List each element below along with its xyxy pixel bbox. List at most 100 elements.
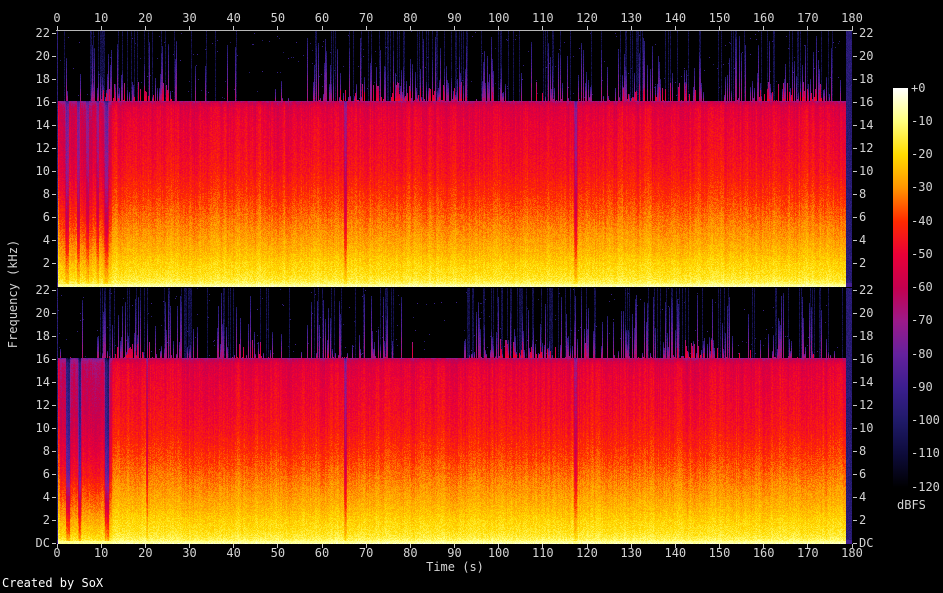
freq-tick-right [853, 519, 857, 521]
x-tick-top [321, 26, 323, 30]
x-tick-label-top: 40 [226, 11, 241, 25]
freq-tick-label-right: 16 [859, 351, 874, 366]
x-tick-label-top: 100 [487, 11, 510, 25]
x-tick-top [719, 26, 720, 30]
freq-tick-right [853, 262, 857, 264]
x-tick-top [807, 26, 809, 30]
freq-tick-left [52, 404, 56, 406]
x-tick-top [100, 26, 102, 30]
freq-tick-left [52, 193, 56, 195]
freq-tick-left [52, 290, 56, 292]
x-tick-top [56, 26, 58, 30]
freq-tick-left [52, 542, 56, 544]
freq-tick-left [52, 239, 56, 241]
x-tick-label-top: 80 [403, 11, 418, 25]
freq-tick-label-right: 14 [859, 117, 874, 132]
x-tick-label-bottom: 100 [487, 546, 510, 560]
colorbar-tick-label: -70 [911, 313, 933, 328]
x-tick-top [630, 26, 632, 30]
colorbar-tick-label: -80 [911, 346, 933, 361]
colorbar-tick-label: -100 [911, 413, 940, 427]
freq-tick-label-right: 22 [859, 283, 874, 298]
freq-tick-right [853, 335, 857, 337]
x-tick-label-bottom: 80 [403, 546, 418, 560]
x-tick-label-top: 90 [447, 11, 462, 25]
freq-tick-left [52, 33, 56, 35]
x-tick-label-top: 160 [752, 11, 775, 25]
x-tick-label-top: 60 [314, 11, 330, 25]
freq-tick-label-left: 4 [42, 232, 50, 247]
x-tick-label-bottom: 160 [752, 546, 775, 560]
x-tick-top [851, 26, 853, 30]
freq-tick-label-left: 16 [35, 351, 50, 366]
colorbar-tick-label: -60 [911, 280, 933, 294]
x-tick-top [365, 26, 367, 30]
freq-tick-label-left: 10 [35, 163, 50, 178]
freq-tick-label-right: 12 [859, 397, 874, 412]
freq-tick-right [853, 542, 857, 544]
x-tick-label-bottom: 110 [531, 546, 554, 560]
freq-tick-left [52, 358, 56, 360]
x-tick-label-bottom: 0 [53, 546, 61, 560]
freq-tick-label-right: 14 [859, 374, 874, 389]
freq-tick-left [52, 427, 56, 429]
x-tick-top [542, 26, 544, 30]
freq-tick-label-left: 2 [42, 512, 50, 527]
colorbar-tick-label: -90 [911, 379, 933, 394]
freq-tick-label-right: 6 [859, 466, 867, 481]
freq-tick-right [853, 147, 857, 149]
sox-spectrogram-image: Frequency (kHz) Time (s) dBFS Created by… [0, 0, 943, 593]
time-axis-title: Time (s) [426, 560, 484, 574]
freq-tick-left [52, 56, 56, 58]
dbfs-colorbar [893, 88, 908, 488]
x-tick-label-bottom: 20 [138, 546, 153, 560]
freq-tick-label-left: 10 [35, 420, 50, 435]
freq-tick-left [52, 313, 56, 315]
freq-tick-right [853, 239, 857, 241]
spectrogram-channel-2-canvas [57, 288, 852, 544]
x-tick-label-top: 10 [93, 11, 109, 25]
freq-tick-label-right: 2 [859, 512, 867, 527]
x-tick-label-top: 170 [796, 11, 819, 25]
x-tick-top [763, 26, 765, 30]
freq-tick-left [52, 473, 56, 475]
freq-tick-left [52, 216, 56, 218]
x-tick-top [409, 26, 411, 30]
colorbar-tick-label: -50 [911, 246, 933, 261]
x-tick-label-top: 30 [182, 11, 197, 25]
freq-tick-label-left: 22 [35, 283, 50, 298]
freq-tick-label-left: 8 [42, 443, 50, 458]
freq-tick-label-left: 20 [35, 306, 50, 321]
freq-tick-label-right: 20 [859, 49, 874, 64]
x-tick-label-top: 120 [576, 11, 598, 25]
freq-tick-label-left: 20 [35, 49, 50, 64]
freq-tick-left [52, 519, 56, 521]
freq-tick-label-right: 10 [859, 420, 874, 435]
freq-tick-left [52, 147, 56, 149]
freq-tick-right [853, 33, 857, 35]
freq-tick-label-right: 12 [859, 140, 874, 155]
freq-tick-right [853, 358, 857, 360]
x-tick-label-bottom: 40 [226, 546, 241, 560]
x-tick-label-bottom: 70 [358, 546, 374, 560]
freq-tick-label-right: 22 [859, 26, 874, 41]
x-tick-top [189, 26, 190, 30]
x-tick-label-bottom: 90 [447, 546, 462, 560]
freq-tick-left [52, 78, 56, 80]
freq-tick-label-right: 4 [859, 232, 867, 247]
x-tick-label-bottom: 30 [182, 546, 197, 560]
freq-tick-right [853, 216, 857, 218]
colorbar-tick-label: -10 [911, 113, 933, 128]
x-tick-label-bottom: 60 [314, 546, 330, 560]
x-tick-top [498, 26, 500, 30]
freq-tick-right [853, 404, 857, 406]
freq-tick-right [853, 193, 857, 195]
x-tick-label-bottom: 150 [708, 546, 731, 560]
freq-tick-label-right: 18 [859, 71, 874, 86]
freq-tick-right [853, 170, 857, 172]
x-tick-label-top: 140 [664, 11, 687, 25]
freq-dc-label-left: DC [35, 535, 50, 550]
freq-tick-right [853, 56, 857, 58]
freq-tick-label-left: 12 [35, 397, 50, 412]
freq-tick-right [853, 78, 857, 80]
